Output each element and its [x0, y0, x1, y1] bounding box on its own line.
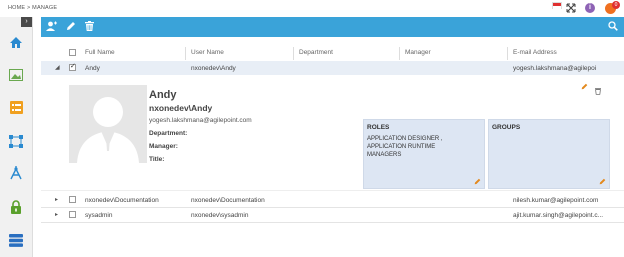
info-icon[interactable]: i	[585, 3, 595, 13]
column-department[interactable]: Department	[299, 49, 333, 56]
cell-email: yogesh.lakshmana@agilepoi	[513, 65, 597, 72]
select-all-checkbox[interactable]	[69, 49, 76, 56]
detail-manager-label: Manager:	[149, 143, 178, 150]
home-icon[interactable]	[7, 34, 25, 50]
avatar	[69, 85, 147, 163]
groups-title: GROUPS	[492, 124, 521, 131]
column-divider	[399, 47, 400, 60]
column-full-name[interactable]: Full Name	[85, 49, 115, 56]
column-user-name[interactable]: User Name	[191, 49, 224, 56]
cell-email: nilesh.kumar@agilepoint.com	[513, 197, 599, 204]
cell-full-name: nxonedev\Documentation	[85, 197, 159, 204]
detail-department-label: Department:	[149, 130, 188, 137]
expand-caret-icon[interactable]: ▸	[55, 211, 58, 218]
roles-panel: ROLES APPLICATION DESIGNER , APPLICATION…	[363, 119, 485, 189]
row-checkbox[interactable]	[69, 196, 76, 203]
expand-caret-icon[interactable]: ▸	[55, 196, 58, 203]
edit-groups-pencil-icon[interactable]	[599, 178, 606, 187]
lock-icon[interactable]	[7, 199, 25, 215]
column-email[interactable]: E-mail Address	[513, 49, 557, 56]
roles-title: ROLES	[367, 124, 390, 131]
detail-name: Andy	[149, 89, 177, 101]
cell-user-name: nxonedev\Andy	[191, 65, 236, 72]
pencil-icon[interactable]	[66, 21, 76, 35]
database-icon[interactable]	[7, 232, 25, 248]
detail-email[interactable]: yogesh.lakshmana@agilepoint.com	[149, 117, 252, 124]
cell-full-name: sysadmin	[85, 212, 113, 219]
groups-panel: GROUPS	[488, 119, 610, 189]
column-manager[interactable]: Manager	[405, 49, 431, 56]
trash-icon[interactable]	[85, 21, 94, 35]
edit-detail-pencil-icon[interactable]	[581, 83, 588, 92]
expand-arrows-icon[interactable]	[566, 3, 576, 13]
table-row[interactable]: ◢ Andy nxonedev\Andy yogesh.lakshmana@ag…	[41, 61, 624, 75]
user-detail-panel: Andy nxonedev\Andy yogesh.lakshmana@agil…	[41, 75, 624, 191]
cell-user-name: nxonedev\Documentation	[191, 197, 265, 204]
list-icon[interactable]	[7, 99, 25, 115]
cell-full-name: Andy	[85, 65, 100, 72]
flag-icon[interactable]	[552, 2, 562, 9]
search-icon[interactable]	[608, 21, 618, 35]
collapse-caret-icon[interactable]: ◢	[55, 64, 60, 71]
add-user-icon[interactable]	[46, 21, 57, 36]
detail-login: nxonedev\Andy	[149, 103, 213, 113]
grid-header: Full Name User Name Department Manager E…	[41, 47, 624, 60]
delete-detail-trash-icon[interactable]	[595, 82, 601, 100]
toolbar	[41, 17, 624, 37]
notification-badge: 0	[612, 1, 620, 9]
cell-user-name: nxonedev\sysadmin	[191, 212, 249, 219]
sidebar-toggle-button[interactable]: ›	[21, 17, 32, 27]
row-divider	[41, 222, 624, 223]
row-checkbox[interactable]	[69, 211, 76, 218]
cell-email: ajit.kumar.singh@agilepoint.c...	[513, 212, 604, 219]
compass-icon[interactable]	[7, 165, 25, 181]
column-divider	[293, 47, 294, 60]
detail-title-label: Title:	[149, 156, 165, 163]
row-checkbox[interactable]	[69, 62, 76, 71]
column-divider	[507, 47, 508, 60]
table-row[interactable]: ▸ sysadmin nxonedev\sysadmin ajit.kumar.…	[41, 208, 624, 222]
roles-text: APPLICATION DESIGNER , APPLICATION RUNTI…	[367, 136, 443, 158]
table-row[interactable]: ▸ nxonedev\Documentation nxonedev\Docume…	[41, 193, 624, 207]
breadcrumb[interactable]: HOME > MANAGE	[8, 5, 57, 11]
edit-roles-pencil-icon[interactable]	[474, 178, 481, 187]
column-divider	[185, 47, 186, 60]
image-icon[interactable]	[7, 67, 25, 83]
top-bar: HOME > MANAGE i 0	[0, 0, 624, 17]
flow-icon[interactable]	[7, 133, 25, 149]
